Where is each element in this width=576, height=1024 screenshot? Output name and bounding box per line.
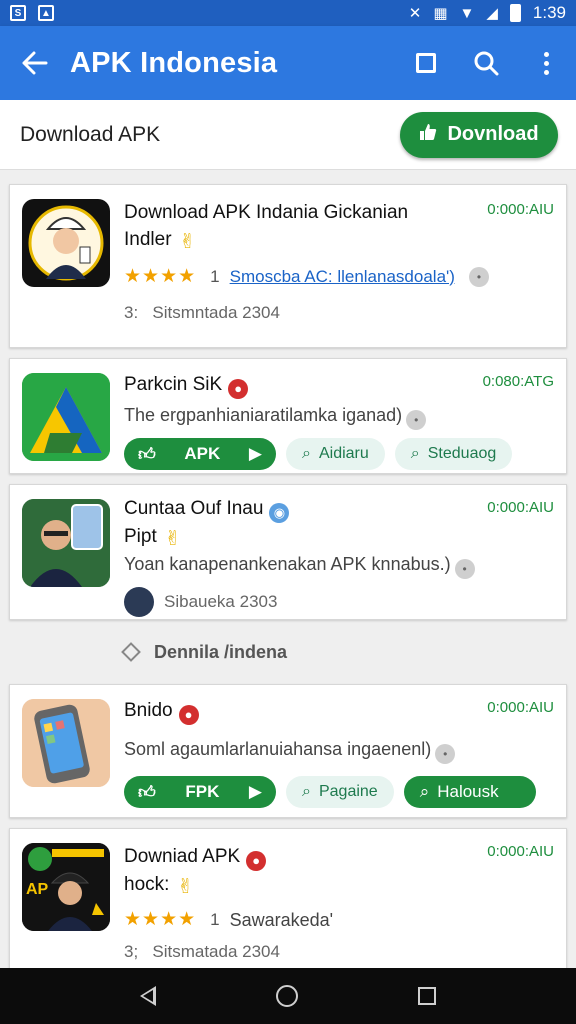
info-icon[interactable]: • (468, 266, 489, 287)
nav-back-icon[interactable] (140, 986, 156, 1006)
hand-emoji-icon: ✌ (164, 528, 182, 550)
sim-icon: S (10, 5, 26, 21)
secondary-button-dark[interactable]: ⌕ Halousk (403, 776, 536, 808)
nav-recents-icon[interactable] (418, 987, 436, 1005)
link-icon: ⌕ (419, 782, 430, 801)
status-bar: S ▲ ✕ ▦ ▼ ◢ 1:39 (0, 0, 576, 26)
link-icon: ⌕ (302, 783, 311, 800)
app-bar: APK Indonesia (0, 26, 576, 100)
thumbs-up-icon: 👍︎ (138, 782, 156, 802)
system-nav-bar (0, 968, 576, 1024)
list-item[interactable]: 0:000:AIU Download APK Indania Gickanian… (9, 184, 567, 348)
signal-icon: ◢ (486, 5, 498, 22)
avatar (124, 587, 154, 617)
vibrate-icon: ▦ (433, 5, 448, 22)
square-icon[interactable] (396, 26, 456, 100)
secondary-button[interactable]: ⌕ Pagaine (286, 776, 394, 808)
secondary-button[interactable]: ⌕ Steduaog (394, 438, 513, 470)
red-badge-icon: ● (246, 851, 267, 871)
list-item[interactable]: 0:000:AIU Cuntaa Ouf Inau ◉ Pipt ✌ Yoan ka… (9, 484, 567, 620)
clock: 1:39 (532, 3, 566, 22)
list-item[interactable]: AP 0:000:AIU Downiad APK ● hock: ✌ ★★★★ 1 … (9, 828, 567, 968)
sub-header: Download APK Dovnload (0, 100, 576, 170)
download-button-label: Dovnload (447, 123, 539, 145)
item-title: Bnido ● (124, 697, 554, 725)
secondary-button[interactable]: ⌕ Aidiaru (286, 438, 385, 470)
info-icon[interactable]: • (454, 559, 475, 579)
link-icon: ⌕ (302, 445, 311, 462)
app-thumbnail (22, 373, 110, 461)
item-title: Cuntaa Ouf Inau ◉ Pipt ✌ (124, 495, 554, 550)
app-thumbnail (22, 699, 110, 787)
thumbs-up-icon (419, 123, 437, 147)
item-title: Download APK Indania Gickanian Indler ✌ (124, 202, 409, 253)
apk-download-button[interactable]: 👍︎ APK ▶ (124, 438, 276, 470)
item-link[interactable]: Smoscba AC: llenlanasdoala') (230, 267, 455, 287)
rating-stars: ★★★★ (124, 909, 197, 930)
battery-icon (509, 4, 521, 22)
image-icon: ▲ (38, 5, 54, 21)
app-thumbnail (22, 499, 110, 587)
download-button[interactable]: Dovnload (400, 111, 558, 158)
blue-badge-icon: ◉ (269, 503, 290, 523)
back-arrow-icon[interactable] (0, 26, 70, 100)
info-icon[interactable]: • (406, 410, 427, 430)
thumbs-up-icon: 👍︎ (138, 444, 156, 464)
thumbnail-text: AP (26, 881, 49, 898)
item-meta: Sibaueka 2303 (124, 587, 554, 617)
diamond-icon (121, 642, 141, 662)
section-title: Download APK (20, 122, 161, 146)
rating-value: 1 (210, 909, 220, 929)
app-thumbnail: AP (22, 843, 110, 931)
app-thumbnail (22, 199, 110, 287)
app-list: 0:000:AIU Download APK Indania Gickanian… (0, 170, 576, 968)
fpk-download-button[interactable]: 👍︎ FPK ▶ (124, 776, 276, 808)
play-arrow-icon: ▶ (248, 782, 262, 801)
item-description: Yoan kanapenankenakan APK knnabus.) • (124, 552, 554, 579)
red-badge-icon: ● (178, 705, 199, 725)
item-title: Parkcin SiK ● (124, 371, 554, 399)
rating-value: 1 (210, 266, 220, 286)
hand-emoji-icon: ✌ (179, 231, 196, 253)
section-divider: Dennila /indena (0, 630, 576, 674)
wifi-icon: ▼ (459, 4, 475, 22)
link-icon: ⌕ (410, 445, 420, 462)
item-title: Downiad APK ● hock: ✌ (124, 843, 554, 898)
hand-emoji-icon: ✌ (177, 876, 194, 898)
mute-icon: ✕ (408, 5, 422, 22)
item-description: Soml agaumlarlanuiahansa ingaenenl) • (124, 737, 554, 764)
app-title: APK Indonesia (70, 46, 278, 79)
item-meta: 3; Sitsmatada 2304 (124, 942, 280, 961)
rating-text: Sawarakeda' (229, 909, 334, 930)
list-item[interactable]: 0:080:ATG Parkcin SiK ● The ergpanhianiar… (9, 358, 567, 474)
list-item[interactable]: 0:000:AIU Bnido ● Soml agaumlarlanuiahans… (9, 684, 567, 818)
search-icon[interactable] (456, 26, 516, 100)
nav-home-icon[interactable] (276, 985, 298, 1007)
item-description: The ergpanhianiaratilamka iganad) • (124, 403, 554, 430)
play-arrow-icon: ▶ (248, 444, 262, 463)
red-badge-icon: ● (228, 379, 249, 399)
info-icon[interactable]: • (435, 744, 456, 764)
rating-stars: ★★★★ (124, 266, 197, 287)
item-meta: 3: Sitsmntada 2304 (124, 303, 280, 322)
more-vert-icon[interactable] (516, 26, 576, 100)
